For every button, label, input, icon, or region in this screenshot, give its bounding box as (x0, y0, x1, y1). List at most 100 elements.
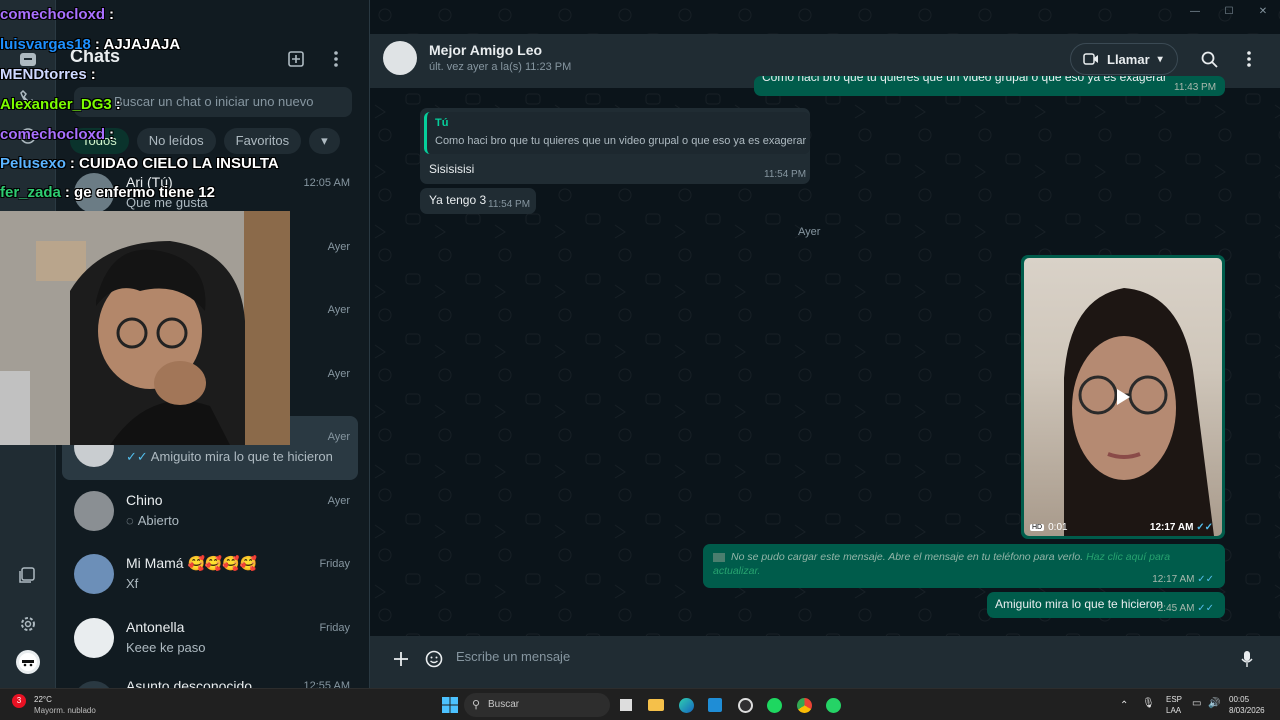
weather-badge: 3 (12, 694, 26, 708)
day-separator: Ayer (798, 226, 821, 238)
stream-chat-line: comechocloxd: (0, 6, 114, 23)
conversation-menu-icon[interactable] (1238, 48, 1260, 70)
weather-desc[interactable]: Mayorm. nublado (34, 706, 96, 715)
attach-plus-icon[interactable] (390, 648, 412, 670)
chat-preview: Keee ke paso (126, 639, 206, 655)
microphone-tray-icon[interactable]: 🎙 (1142, 698, 1155, 709)
volume-icon[interactable]: 🔊 (1208, 698, 1220, 709)
chat-message: : (109, 126, 115, 143)
outgoing-message-partial[interactable]: Como haci bro que tu quieres que un vide… (754, 76, 1225, 96)
video-thumbnail[interactable]: HD 0:01 12:17 AM ✓✓ (1024, 258, 1222, 536)
filter-unread[interactable]: No leídos (136, 128, 216, 154)
window-controls: — ☐ ✕ (1178, 0, 1280, 22)
message-input[interactable]: Escribe un mensaje (456, 649, 570, 664)
filter-favorites[interactable]: Favoritos (223, 128, 302, 154)
chat-time: Ayer (327, 367, 350, 380)
message-time: 11:43 PM (1174, 82, 1217, 93)
windows-start-icon[interactable] (440, 695, 460, 715)
message-time: 12:17 AM ✓✓ (1152, 574, 1217, 585)
chat-name: Chino (126, 491, 163, 508)
language-bottom[interactable]: LAA (1166, 706, 1181, 715)
obs-icon[interactable] (735, 695, 755, 715)
stream-chat-line: comechocloxd: (0, 126, 114, 143)
spotify-icon[interactable] (764, 695, 784, 715)
taskbar-search[interactable]: ⚲ Buscar (464, 693, 610, 717)
task-view-icon[interactable] (616, 695, 636, 715)
failed-time: 12:17 AM (1152, 574, 1195, 585)
chat-name: Mi Mamá 🥰🥰🥰🥰 (126, 555, 258, 571)
chrome-icon[interactable] (794, 695, 814, 715)
chat-message: : (90, 66, 96, 83)
call-label: Llamar (1107, 51, 1150, 67)
contact-name[interactable]: Mejor Amigo Leo (429, 42, 542, 58)
message-text: Amiguito mira lo que te hicieron (995, 597, 1164, 611)
edge-browser-icon[interactable] (676, 695, 696, 715)
chat-username: comechocloxd (0, 126, 106, 143)
avatar (74, 554, 114, 594)
chat-message: : ge enfermo tiene 12 (64, 184, 215, 201)
stream-chat-line: fer_zada: ge enfermo tiene 12 (0, 184, 215, 201)
language-top[interactable]: ESP (1166, 695, 1182, 704)
menu-kebab-icon[interactable] (325, 48, 347, 70)
maximize-button[interactable]: ☐ (1212, 0, 1246, 22)
archive-media-icon[interactable] (16, 562, 40, 586)
weather-temp[interactable]: 22°C (34, 695, 52, 704)
message-time: 12:17 AM ✓✓ (1150, 522, 1216, 533)
chat-name: Antonella (126, 618, 185, 635)
quoted-message[interactable]: Tú Como haci bro que tu quieres que un v… (424, 112, 810, 154)
call-button[interactable]: Llamar ▾ (1070, 43, 1178, 75)
microphone-icon[interactable] (1236, 648, 1258, 670)
chat-preview-text: Abierto (137, 512, 179, 528)
chat-time: Friday (319, 621, 350, 634)
network-icon[interactable]: ▭ (1192, 698, 1201, 709)
filter-more-dropdown[interactable]: ▾ (309, 128, 340, 154)
last-time: 2:45 AM (1157, 603, 1195, 614)
chat-preview: Xf (126, 576, 139, 591)
chat-item-partial[interactable]: Asunto desconocido 12:55 AM (62, 670, 358, 690)
chat-item-antonella[interactable]: Antonella Keee ke paso Friday (62, 607, 358, 671)
chat-item-mi-mama[interactable]: Mi Mamá 🥰🥰🥰🥰 Xf Friday (62, 543, 358, 607)
chat-time: Ayer (327, 304, 350, 316)
quote-text: Como haci bro que tu quieres que un vide… (435, 135, 807, 147)
message-time: 11:54 PM (764, 169, 807, 180)
profile-avatar[interactable] (16, 650, 40, 674)
store-icon[interactable] (705, 695, 725, 715)
search-icon[interactable] (1198, 48, 1220, 70)
message-text: Sisisisisi (429, 162, 475, 176)
new-chat-icon[interactable] (285, 48, 307, 70)
chat-message: : (109, 6, 115, 23)
stream-chat-line: luisvargas18: AJJAJAJA (0, 36, 180, 53)
search-placeholder: Buscar un chat o iniciar uno nuevo (114, 94, 314, 109)
last-seen-status: últ. vez ayer a la(s) 11:23 PM (429, 61, 572, 73)
chat-time: 12:05 AM (303, 177, 350, 189)
chat-time: Ayer (327, 494, 350, 507)
sticker-emoji-icon[interactable] (423, 648, 445, 670)
close-button[interactable]: ✕ (1246, 0, 1280, 22)
minimize-button[interactable]: — (1178, 0, 1212, 22)
chat-username: Alexander_DG3 (0, 96, 112, 113)
settings-gear-icon[interactable] (16, 612, 40, 636)
double-check-icon: ✓✓ (1196, 522, 1213, 533)
chat-item-chino[interactable]: Chino ◌ Abierto Ayer (62, 480, 358, 544)
quote-author: Tú (435, 117, 449, 129)
message-text: Como haci bro que tu quieres que un vide… (762, 76, 1167, 84)
incoming-message[interactable]: Ya tengo 3 11:54 PM (420, 188, 536, 214)
double-check-icon: ✓✓ (1197, 603, 1214, 614)
contact-avatar[interactable] (383, 41, 417, 75)
whatsapp-icon[interactable] (823, 695, 843, 715)
outgoing-message[interactable]: Amiguito mira lo que te hicieron 2:45 AM… (987, 592, 1225, 618)
chat-message: : (115, 96, 121, 113)
chevron-up-icon[interactable]: ⌃ (1120, 700, 1128, 711)
chat-preview: ◌ Abierto (126, 513, 179, 528)
play-icon[interactable] (1108, 382, 1138, 412)
failed-message[interactable]: No se pudo cargar este mensaje. Abre el … (703, 544, 1225, 588)
windows-taskbar: 3 22°C Mayorm. nublado ⚲ Buscar ⌃ 🎙 ESP … (0, 688, 1280, 720)
file-explorer-icon[interactable] (646, 695, 666, 715)
clock-time[interactable]: 00:05 (1229, 695, 1249, 704)
video-message[interactable]: HD 0:01 12:17 AM ✓✓ (1021, 255, 1225, 539)
whatsapp-window: — ☐ ✕ Chats Buscar un chat o iniciar uno… (0, 0, 1280, 690)
chat-username: MENDtorres (0, 66, 87, 83)
chat-username: fer_zada (0, 184, 61, 201)
clock-date[interactable]: 8/03/2026 (1229, 706, 1265, 715)
chat-message: : CUIDAO CIELO LA INSULTA (69, 155, 279, 172)
